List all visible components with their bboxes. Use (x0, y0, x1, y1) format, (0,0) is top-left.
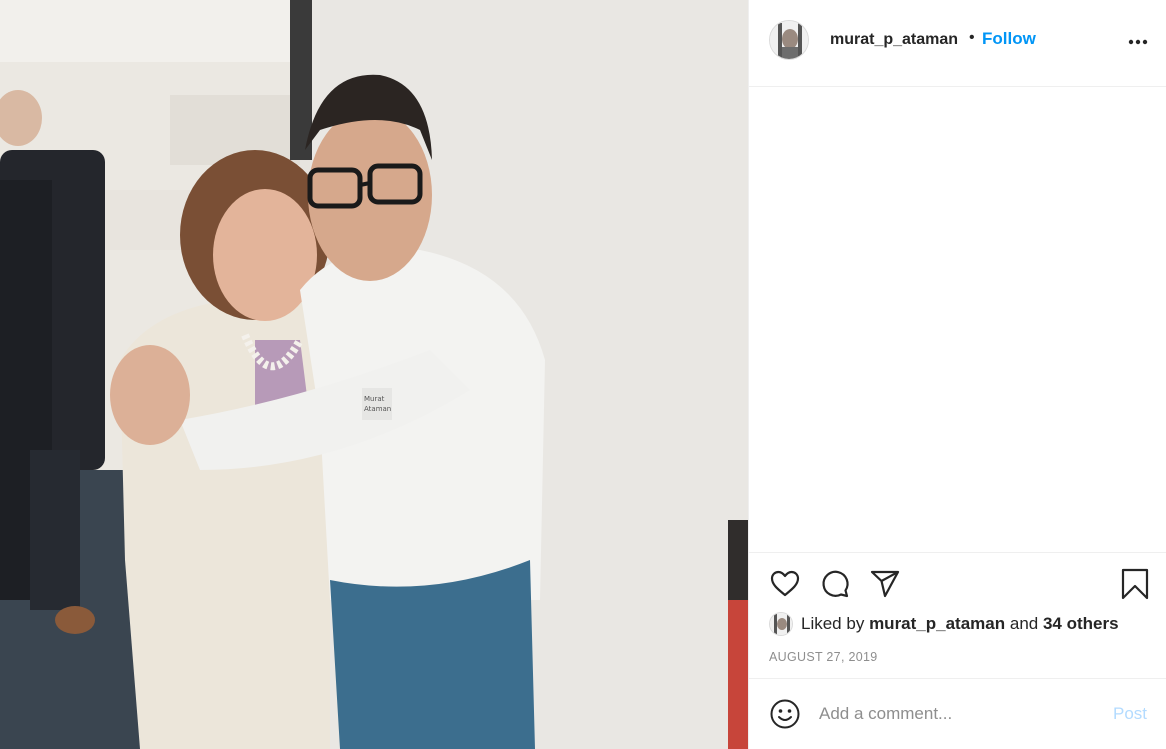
more-horizontal-icon[interactable] (1127, 32, 1149, 52)
comment-icon[interactable] (819, 568, 851, 600)
paper-plane-icon[interactable] (869, 568, 901, 600)
smiley-icon[interactable] (769, 698, 801, 730)
post-comment-button[interactable]: Post (1113, 704, 1147, 724)
post-photo[interactable]: Murat Ataman (0, 0, 748, 749)
comment-input[interactable] (819, 702, 1099, 726)
user-avatar[interactable] (769, 20, 809, 60)
follow-button[interactable]: Follow (982, 29, 1036, 49)
heart-icon[interactable] (769, 568, 801, 600)
comment-bar: Post (749, 678, 1166, 749)
post-header: murat_p_ataman • Follow (749, 0, 1166, 87)
liked-by-prefix: Liked by (801, 614, 865, 633)
name-badge-line1: Murat (364, 395, 385, 403)
username-link[interactable]: murat_p_ataman (830, 31, 958, 49)
header-separator: • (969, 29, 975, 46)
bookmark-icon[interactable] (1119, 568, 1151, 600)
name-badge-line2: Ataman (364, 405, 391, 413)
post-panel: murat_p_ataman • Follow Liked by murat_p… (748, 0, 1166, 749)
likes-summary: Liked by murat_p_ataman and 34 others (769, 611, 1119, 637)
post-date[interactable]: AUGUST 27, 2019 (769, 650, 878, 664)
liked-by-user-link[interactable]: murat_p_ataman (869, 614, 1005, 634)
liked-by-and: and (1009, 614, 1039, 633)
liked-by-others-link[interactable]: 34 others (1043, 614, 1119, 634)
photo-illustration: Murat Ataman (0, 0, 748, 749)
liker-avatar[interactable] (769, 612, 793, 636)
